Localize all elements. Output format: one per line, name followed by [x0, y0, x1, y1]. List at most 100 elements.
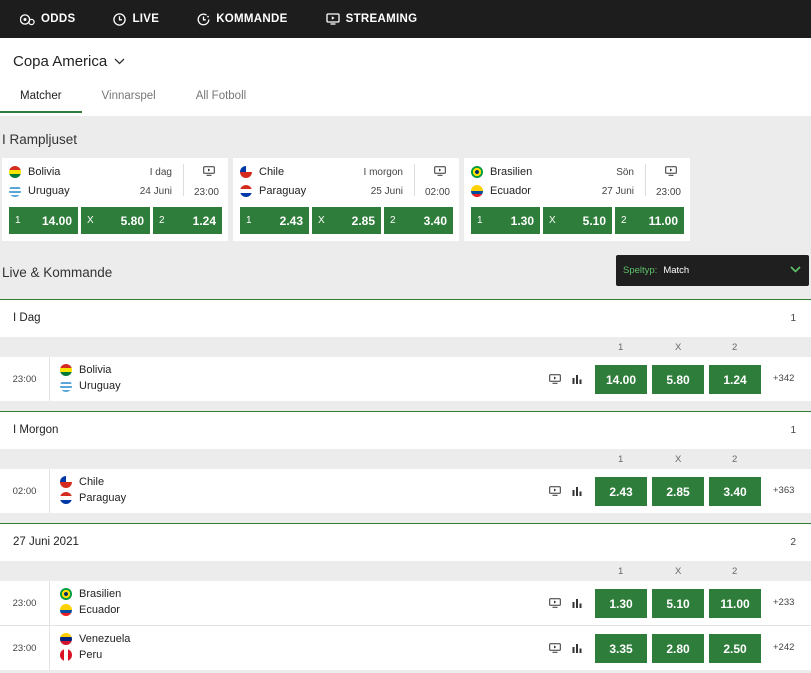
- stats-icon[interactable]: [572, 643, 582, 653]
- competition-selector[interactable]: Copa America: [13, 53, 125, 70]
- upcoming-clock-icon: [197, 13, 210, 25]
- odds-button-away[interactable]: 3.40: [709, 477, 761, 506]
- odds-button-draw[interactable]: X 5.10: [543, 207, 612, 234]
- date-group-header[interactable]: I Dag 1: [0, 299, 811, 337]
- nav-kommande[interactable]: KOMMANDE: [197, 13, 287, 26]
- chevron-down-icon: [790, 266, 801, 273]
- match-row[interactable]: 23:00 Brasilien Ecuador 1.30 5.10 11.00 …: [0, 581, 811, 625]
- odds-button-home[interactable]: 2.43: [595, 477, 647, 506]
- odds-button-away[interactable]: 11.00: [709, 589, 761, 618]
- nav-kommande-label: KOMMANDE: [216, 13, 288, 25]
- spotlight-card[interactable]: Bolivia Uruguay I dag 24 Juni 23:00 1 14.…: [2, 158, 228, 241]
- odds-button-draw[interactable]: X 2.85: [312, 207, 381, 234]
- tab-vinnarspel[interactable]: Vinnarspel: [82, 90, 176, 113]
- spotlight-odds: 1 14.00 X 5.80 2 1.24: [9, 207, 222, 234]
- nav-streaming[interactable]: STREAMING: [325, 13, 418, 25]
- group-count: 1: [790, 313, 796, 324]
- soccer-ball-icon: [20, 13, 35, 25]
- match-home: Brasilien: [60, 588, 121, 600]
- bolivia-flag-icon: [9, 166, 21, 178]
- home-team-name: Brasilien: [79, 588, 122, 600]
- top-nav: ODDS LIVE KOMMANDE STREAMING: [0, 0, 811, 38]
- spotlight-home: Chile: [240, 166, 284, 178]
- home-team-name: Venezuela: [79, 633, 131, 645]
- spotlight-day: I morgon: [363, 167, 403, 178]
- nav-live-label: LIVE: [132, 13, 160, 25]
- odds-button-away[interactable]: 2 3.40: [384, 207, 453, 234]
- tab-matcher[interactable]: Matcher: [0, 90, 82, 113]
- match-away: Peru: [60, 649, 102, 661]
- stats-icon[interactable]: [572, 374, 582, 384]
- spotlight-odds: 1 2.43 X 2.85 2 3.40: [240, 207, 453, 234]
- nav-live[interactable]: LIVE: [113, 12, 160, 26]
- odds-label: X: [318, 215, 325, 226]
- odds-label: X: [549, 215, 556, 226]
- chile-flag-icon: [240, 166, 252, 178]
- tv-icon[interactable]: [434, 166, 446, 176]
- odds-button-draw[interactable]: X 5.80: [81, 207, 150, 234]
- odds-button-away[interactable]: 2 1.24: [153, 207, 222, 234]
- brazil-flag-icon: [60, 588, 72, 600]
- spotlight-away: Paraguay: [240, 185, 306, 197]
- odds-button-away[interactable]: 2.50: [709, 634, 761, 663]
- competition-header: Copa America Matcher Vinnarspel All Fotb…: [0, 38, 811, 116]
- spotlight-date: 25 Juni: [370, 186, 403, 197]
- tv-icon[interactable]: [203, 166, 215, 176]
- away-team-name: Peru: [79, 649, 103, 661]
- nav-odds[interactable]: ODDS: [20, 13, 75, 26]
- odds-button-home[interactable]: 3.35: [595, 634, 647, 663]
- odds-button-home[interactable]: 14.00: [595, 365, 647, 394]
- tv-icon[interactable]: [665, 166, 677, 176]
- column-label-draw: X: [675, 342, 682, 353]
- spotlight-date: 24 Juni: [139, 186, 172, 197]
- match-row[interactable]: 02:00 Chile Paraguay 2.43 2.85 3.40 +363: [0, 469, 811, 513]
- bet-type-dropdown[interactable]: Speltyp: Match: [616, 255, 809, 286]
- spotlight-away: Uruguay: [9, 185, 70, 197]
- stats-icon[interactable]: [572, 486, 582, 496]
- spotlight-card[interactable]: Chile Paraguay I morgon 25 Juni 02:00 12…: [233, 158, 459, 241]
- more-markets-link[interactable]: +342: [773, 373, 794, 384]
- match-row[interactable]: 23:00 Venezuela Peru 3.35 2.80 2.50 +242: [0, 626, 811, 670]
- odds-button-home[interactable]: 1 1.30: [471, 207, 540, 234]
- tv-icon[interactable]: [549, 643, 561, 653]
- odds-button-home[interactable]: 1 14.00: [9, 207, 78, 234]
- odds-button-draw[interactable]: 5.10: [652, 589, 704, 618]
- clock-icon: [113, 12, 127, 26]
- odds-button-draw[interactable]: 2.85: [652, 477, 704, 506]
- odds-button-away[interactable]: 1.24: [709, 365, 761, 394]
- column-label-away: 2: [732, 342, 738, 353]
- spotlight-home: Brasilien: [471, 166, 532, 178]
- tv-icon[interactable]: [549, 598, 561, 608]
- date-group-header[interactable]: 27 Juni 2021 2: [0, 523, 811, 561]
- tab-all-fotboll[interactable]: All Fotboll: [176, 90, 267, 113]
- spotlight-card[interactable]: Brasilien Ecuador Sön 27 Juni 23:00 1 1.3…: [464, 158, 690, 241]
- odds-button-draw[interactable]: 5.80: [652, 365, 704, 394]
- spotlight-home-name: Bolivia: [28, 166, 61, 178]
- odds-button-home[interactable]: 1.30: [595, 589, 647, 618]
- tv-icon[interactable]: [549, 374, 561, 384]
- more-markets-link[interactable]: +233: [773, 597, 794, 608]
- tv-icon[interactable]: [549, 486, 561, 496]
- home-team-name: Bolivia: [79, 364, 112, 376]
- group-count: 2: [790, 537, 796, 548]
- odds-button-draw[interactable]: 2.80: [652, 634, 704, 663]
- odds-button-home[interactable]: 1 2.43: [240, 207, 309, 234]
- away-team-name: Uruguay: [79, 380, 121, 392]
- more-markets-link[interactable]: +242: [773, 642, 794, 653]
- match-row[interactable]: 23:00 Bolivia Uruguay 14.00 5.80 1.24 +3…: [0, 357, 811, 401]
- ecuador-flag-icon: [60, 604, 72, 616]
- uruguay-flag-icon: [60, 380, 72, 392]
- spotlight-away-name: Uruguay: [28, 185, 70, 197]
- competition-tabs: Matcher Vinnarspel All Fotboll: [0, 90, 266, 113]
- stats-icon[interactable]: [572, 598, 582, 608]
- odds-value: 11.00: [648, 213, 678, 228]
- column-label-away: 2: [732, 454, 738, 465]
- more-markets-link[interactable]: +363: [773, 485, 794, 496]
- venezuela-flag-icon: [60, 633, 72, 645]
- spotlight-odds: 1 1.30 X 5.10 2 11.00: [471, 207, 684, 234]
- date-group-header[interactable]: I Morgon 1: [0, 411, 811, 449]
- odds-button-away[interactable]: 2 11.00: [615, 207, 684, 234]
- odds-value: 14.00: [41, 213, 72, 228]
- tv-icon: [325, 13, 340, 25]
- spotlight-away: Ecuador: [471, 185, 531, 197]
